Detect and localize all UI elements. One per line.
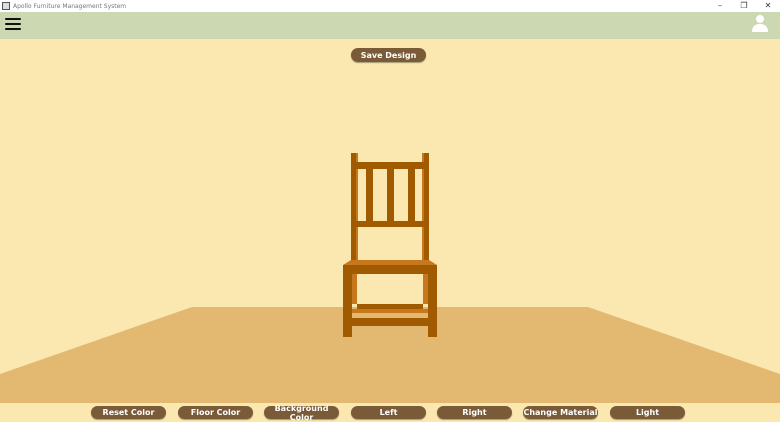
chair-slat-3 [408, 169, 415, 221]
design-canvas[interactable] [0, 39, 780, 404]
change-material-button[interactable]: Change Material [523, 406, 598, 419]
chair-back-leg-right [423, 274, 428, 304]
light-button[interactable]: Light [610, 406, 685, 419]
chair-seat-top [343, 260, 437, 265]
user-profile-icon[interactable] [752, 15, 768, 33]
window-title: Apollo Furniture Management System [13, 2, 127, 10]
app-header [0, 12, 780, 39]
chair-slat-2 [387, 169, 394, 221]
restore-button[interactable]: ❐ [732, 0, 756, 12]
rotate-right-button[interactable]: Right [437, 406, 512, 419]
chair-back-leg-left [352, 274, 357, 304]
save-design-button[interactable]: Save Design [351, 48, 426, 62]
chair-lower-back-rail [351, 221, 429, 227]
chair-back-stretcher [357, 304, 423, 309]
hamburger-menu-icon[interactable] [5, 17, 21, 31]
chair-back-post-right-highlight [422, 153, 424, 265]
rotate-left-button[interactable]: Left [351, 406, 426, 419]
minimize-button[interactable]: – [708, 0, 732, 12]
window-titlebar: Apollo Furniture Management System – ❐ ✕ [0, 0, 780, 12]
chair-back-post-left-highlight [356, 153, 358, 265]
chair-front-leg-right [428, 265, 437, 337]
floor-color-button[interactable]: Floor Color [178, 406, 253, 419]
app-icon [2, 2, 10, 10]
chair-model [343, 153, 437, 337]
reset-color-button[interactable]: Reset Color [91, 406, 166, 419]
chair-slat-1 [366, 169, 373, 221]
chair-top-rail [351, 162, 429, 169]
close-button[interactable]: ✕ [756, 0, 780, 12]
window-controls: – ❐ ✕ [708, 0, 780, 12]
chair-front-leg-left [343, 265, 352, 337]
background-color-button[interactable]: Background Color [264, 404, 339, 422]
chair-side-stretcher [352, 309, 428, 313]
chair-front-stretcher [352, 318, 428, 326]
chair-seat-front [343, 265, 437, 274]
